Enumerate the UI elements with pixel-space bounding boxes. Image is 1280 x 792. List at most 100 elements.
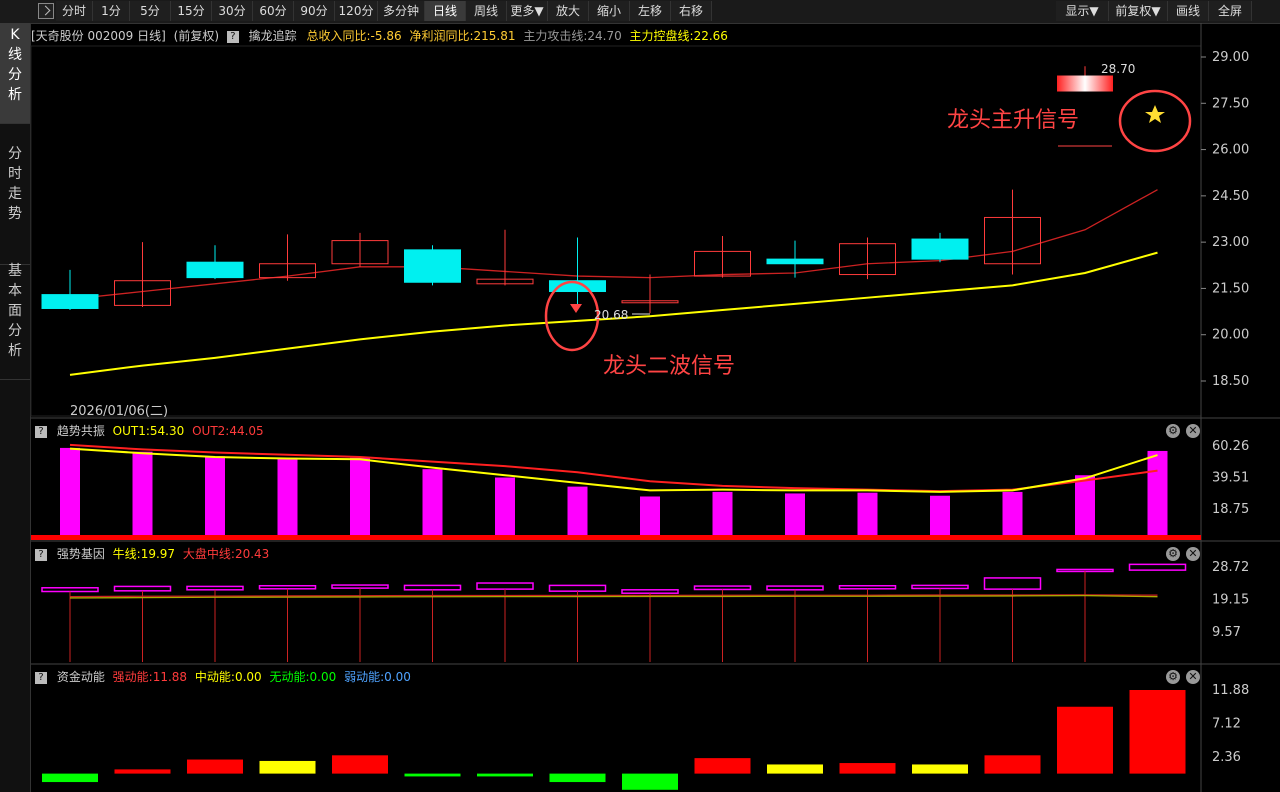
y-tick-label: 2.36 [1212, 750, 1241, 765]
panel3-bar [332, 755, 388, 774]
panel2-box [838, 584, 897, 590]
price-tag-high: 28.70 [1101, 62, 1136, 76]
panel1-bar [495, 477, 515, 537]
y-tick-label: 21.50 [1212, 281, 1249, 296]
panel1-out1-line [69, 447, 1158, 493]
panel1-bar [350, 457, 370, 537]
panel3-bar [1057, 706, 1113, 774]
y-tick-label: 24.50 [1212, 189, 1249, 204]
signal-circle-bottom [544, 280, 600, 352]
gear-icon[interactable]: ⚙ [1166, 670, 1180, 684]
panel3-bar [114, 769, 171, 774]
panel3-header: ? 资金动能 强动能:11.88 中动能:0.00 无动能:0.00 弱动能:0… [31, 667, 411, 687]
panel1-out2-line [69, 443, 1158, 493]
y-tick-label: 18.75 [1212, 502, 1249, 517]
panel1-bar [132, 451, 153, 537]
panel1-bar [930, 495, 950, 537]
panel3-bar [694, 758, 751, 774]
annotation-main-rise: 龙头主升信号 [947, 108, 1080, 133]
y-tick-label: 28.72 [1212, 560, 1249, 575]
close-icon[interactable]: ✕ [1186, 424, 1200, 438]
price-tag-low: 20.68 [594, 308, 629, 322]
panel2-box [41, 587, 99, 593]
panel2-box [693, 585, 752, 591]
panel2-box [331, 584, 389, 589]
panel2-title: 强势基因 [56, 547, 105, 561]
panel3-bar [259, 760, 316, 774]
panel3-strong: 强动能:11.88 [112, 670, 188, 684]
annotation-second-wave: 龙头二波信号 [603, 354, 736, 379]
panel2-market: 大盘中线:20.43 [182, 547, 270, 561]
panel3-bar [984, 755, 1041, 774]
panel3-bar [477, 773, 533, 777]
y-tick-label: 20.00 [1212, 328, 1249, 343]
attack-line [69, 189, 1158, 300]
panel2-box [548, 584, 607, 592]
panel2-box [113, 585, 172, 592]
panel2-box [983, 577, 1042, 590]
panel1-bar [205, 456, 225, 537]
candle-body [186, 261, 244, 279]
help-icon[interactable]: ? [35, 671, 47, 684]
panel1-out2: OUT2:44.05 [192, 424, 264, 438]
y-tick-label: 9.57 [1212, 625, 1241, 640]
candle-body [1057, 75, 1113, 92]
panel1-bar [567, 486, 588, 537]
panel1-bar [277, 457, 298, 537]
panel1-title: 趋势共振 [56, 424, 105, 438]
panel3-bar [839, 763, 896, 774]
help-icon[interactable]: ? [35, 425, 47, 438]
panel1-bar [1002, 491, 1023, 537]
y-tick-label: 11.88 [1212, 683, 1249, 698]
panel3-weak: 弱动能:0.00 [344, 670, 411, 684]
y-tick-label: 39.51 [1212, 470, 1249, 485]
panel3-bar [912, 764, 968, 774]
panel3-bar [767, 764, 823, 774]
y-tick-label: 26.00 [1212, 143, 1249, 158]
panel2-box [621, 589, 679, 594]
panel1-bar [1147, 450, 1168, 537]
star-icon [1145, 105, 1165, 123]
y-tick-label: 29.00 [1212, 50, 1249, 65]
panel3-mid: 中动能:0.00 [194, 670, 262, 684]
help-icon[interactable]: ? [35, 548, 47, 561]
panel3-bar [1129, 690, 1186, 774]
panel1-bar [1075, 475, 1095, 537]
panel1-baseline [31, 535, 1201, 540]
date-label: 2026/01/06(二) [70, 404, 169, 419]
signal-circle-top [1118, 89, 1192, 153]
candle-body [766, 258, 824, 265]
panel2-bull: 牛线:19.97 [112, 547, 176, 561]
y-tick-label: 23.00 [1212, 235, 1249, 250]
panel2-header: ? 强势基因 牛线:19.97 大盘中线:20.43 [31, 544, 269, 564]
panel3-bar [42, 773, 98, 783]
panel3-bar [549, 773, 606, 783]
close-icon[interactable]: ✕ [1186, 670, 1200, 684]
y-tick-label: 18.50 [1212, 374, 1249, 389]
close-icon[interactable]: ✕ [1186, 547, 1200, 561]
y-tick-label: 19.15 [1212, 592, 1249, 607]
panel2-box [911, 584, 969, 590]
panel1-bar [712, 491, 733, 537]
panel3-bar [622, 773, 678, 790]
y-tick-label: 7.12 [1212, 717, 1241, 732]
gear-icon[interactable]: ⚙ [1166, 424, 1180, 438]
gear-icon[interactable]: ⚙ [1166, 547, 1180, 561]
candle-body [41, 294, 99, 309]
candle-body [911, 238, 969, 260]
panel3-bar [187, 759, 243, 774]
y-tick-label: 60.26 [1212, 439, 1249, 454]
panel1-out1: OUT1:54.30 [112, 424, 185, 438]
candle-body [404, 249, 461, 283]
diamond-icon [570, 304, 582, 313]
panel1-bar [857, 492, 878, 537]
panel2-box [403, 584, 462, 591]
panel3-none: 无动能:0.00 [269, 670, 337, 684]
panel1-bar [60, 447, 80, 537]
panel1-header: ? 趋势共振 OUT1:54.30 OUT2:44.05 [31, 421, 264, 441]
panel1-bar [422, 469, 443, 537]
panel3-title: 资金动能 [56, 670, 105, 684]
panel3-bar [404, 773, 461, 777]
panel2-box [1128, 563, 1187, 571]
panel1-bar [640, 496, 660, 537]
